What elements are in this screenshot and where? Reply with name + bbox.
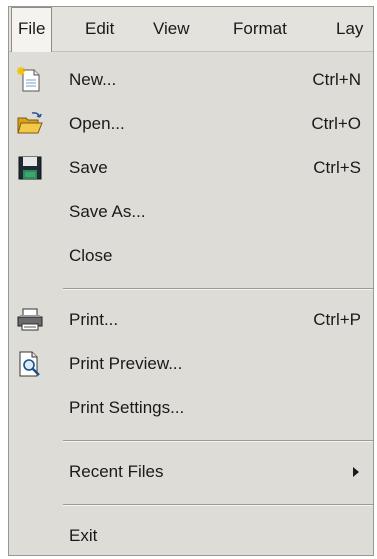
menu-item-label: Exit xyxy=(69,526,98,545)
menu-item-shortcut: Ctrl+N xyxy=(312,70,361,89)
menu-item-label: Print Preview... xyxy=(69,354,183,373)
new-document-icon xyxy=(16,66,44,94)
menu-item-new[interactable]: New... Ctrl+N xyxy=(9,61,373,99)
menu-item-label: Open... xyxy=(69,114,125,133)
menu-item-close[interactable]: Close xyxy=(9,237,373,275)
application-window: File Edit View Format Lay New... Ctrl+N … xyxy=(8,6,374,556)
menu-item-label: New... xyxy=(69,70,117,89)
menu-item-shortcut: Ctrl+S xyxy=(313,158,361,177)
file-menu-dropdown: New... Ctrl+N Open... Ctrl+O Save Ctrl+S… xyxy=(9,51,373,555)
menu-item-label: Close xyxy=(69,246,113,265)
menu-item-open[interactable]: Open... Ctrl+O xyxy=(9,105,373,143)
menu-item-exit[interactable]: Exit xyxy=(9,517,373,555)
menubar-edit[interactable]: Edit xyxy=(79,7,120,51)
floppy-disk-icon xyxy=(16,154,44,182)
menu-item-print[interactable]: Print... Ctrl+P xyxy=(9,301,373,339)
menu-item-label: Save xyxy=(69,158,108,177)
menubar-layout[interactable]: Lay xyxy=(330,7,369,51)
menu-item-print-preview[interactable]: Print Preview... xyxy=(9,345,373,383)
menu-item-print-settings[interactable]: Print Settings... xyxy=(9,389,373,427)
menu-item-recent-files[interactable]: Recent Files xyxy=(9,453,373,491)
menu-item-label: Print... xyxy=(69,310,119,329)
menu-separator xyxy=(63,504,373,506)
menu-separator xyxy=(63,288,373,290)
menu-item-shortcut: Ctrl+P xyxy=(313,310,361,329)
menubar-format[interactable]: Format xyxy=(227,7,293,51)
open-folder-icon xyxy=(16,110,44,138)
printer-icon xyxy=(16,306,44,334)
menu-item-label: Save As... xyxy=(69,202,146,221)
menu-separator xyxy=(63,440,373,442)
print-preview-icon xyxy=(16,350,44,378)
menu-item-label: Recent Files xyxy=(69,462,164,481)
menu-item-save[interactable]: Save Ctrl+S xyxy=(9,149,373,187)
menu-bar: File Edit View Format Lay xyxy=(9,7,373,52)
menu-item-save-as[interactable]: Save As... xyxy=(9,193,373,231)
menubar-file[interactable]: File xyxy=(11,7,53,52)
menubar-view[interactable]: View xyxy=(147,7,196,51)
menu-item-shortcut: Ctrl+O xyxy=(311,114,361,133)
menu-item-label: Print Settings... xyxy=(69,398,185,417)
submenu-arrow-icon xyxy=(353,467,359,477)
